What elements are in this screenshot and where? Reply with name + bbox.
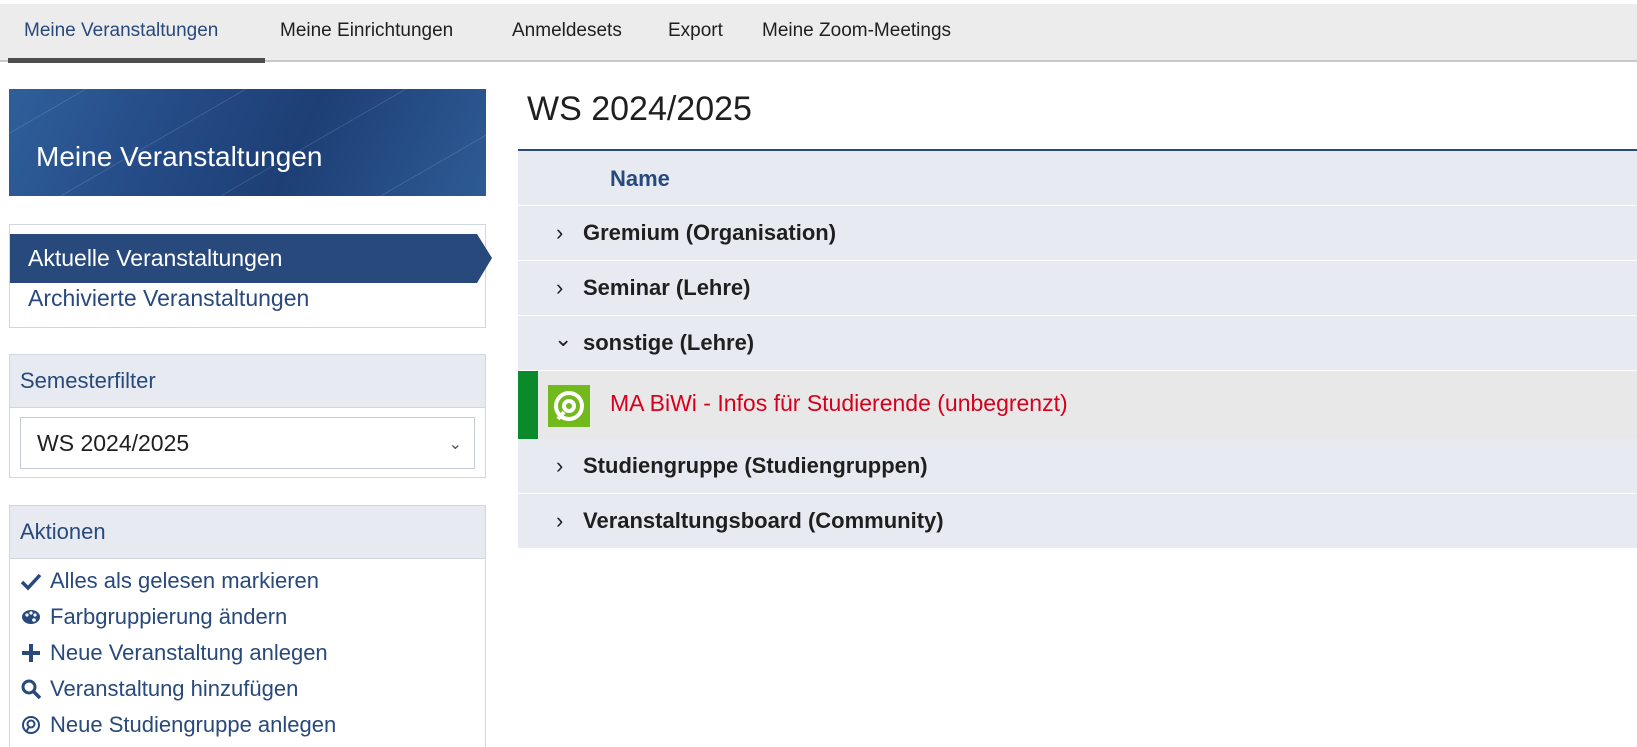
course-title-link[interactable]: MA BiWi - Infos für Studierende (unbegre… — [610, 390, 1068, 417]
sidebar-header: Meine Veranstaltungen — [9, 89, 486, 196]
action-add-course[interactable]: Veranstaltung hinzufügen — [20, 676, 298, 702]
action-mark-all-read[interactable]: Alles als gelesen markieren — [20, 568, 319, 594]
tab-zoom-meetings[interactable]: Meine Zoom-Meetings — [762, 20, 951, 42]
actions-widget: Aktionen Alles als gelesen markieren Far… — [9, 505, 486, 747]
top-navigation: Meine Veranstaltungen Meine Einrichtunge… — [0, 4, 1637, 63]
chevron-right-icon: › — [556, 508, 564, 533]
action-change-color-grouping[interactable]: Farbgruppierung ändern — [20, 604, 287, 630]
action-label: Neue Studiengruppe anlegen — [50, 712, 337, 737]
actions-header: Aktionen — [10, 506, 485, 559]
group-row-veranstaltungsboard[interactable]: › Veranstaltungsboard (Community) — [518, 494, 1637, 549]
check-icon — [20, 573, 42, 591]
search-icon — [21, 679, 42, 700]
studygroup-icon — [22, 716, 40, 734]
course-row[interactable]: MA BiWi - Infos für Studierende (unbegre… — [518, 371, 1637, 439]
chevron-down-icon: ⌄ — [554, 326, 573, 351]
tab-meine-einrichtungen[interactable]: Meine Einrichtungen — [280, 20, 453, 42]
sidebar-navigation: Aktuelle Veranstaltungen Archivierte Ver… — [9, 224, 492, 328]
group-row-gremium[interactable]: › Gremium (Organisation) — [518, 206, 1637, 261]
action-label: Alles als gelesen markieren — [50, 568, 320, 593]
plus-icon — [22, 644, 40, 662]
chevron-right-icon: › — [556, 220, 564, 245]
sidebar-item-aktuelle-veranstaltungen[interactable]: Aktuelle Veranstaltungen — [10, 234, 492, 283]
group-label: Veranstaltungsboard (Community) — [583, 508, 944, 533]
chevron-down-icon: ⌄ — [448, 436, 462, 453]
tab-meine-veranstaltungen[interactable]: Meine Veranstaltungen — [24, 20, 218, 42]
group-row-sonstige[interactable]: ⌄ sonstige (Lehre) — [518, 316, 1637, 371]
semesterfilter-widget: Semesterfilter WS 2024/2025 ⌄ — [9, 354, 486, 478]
active-indicator-arrow — [477, 234, 492, 283]
sidebar-header-title: Meine Veranstaltungen — [36, 141, 323, 172]
group-label: Studiengruppe (Studiengruppen) — [583, 453, 928, 478]
action-label: Neue Veranstaltung anlegen — [50, 640, 328, 665]
action-label: Farbgruppierung ändern — [50, 604, 288, 629]
semesterfilter-title: Semesterfilter — [20, 368, 156, 393]
group-label: Gremium (Organisation) — [583, 220, 837, 245]
semesterfilter-header: Semesterfilter — [10, 355, 485, 408]
action-new-course[interactable]: Neue Veranstaltung anlegen — [20, 640, 328, 666]
tab-anmeldesets[interactable]: Anmeldesets — [512, 20, 622, 42]
semester-select[interactable]: WS 2024/2025 ⌄ — [20, 417, 475, 469]
action-label: Veranstaltung hinzufügen — [50, 676, 299, 701]
course-table: Name › Gremium (Organisation) › Seminar … — [518, 149, 1637, 549]
group-label: Seminar (Lehre) — [583, 275, 751, 300]
action-new-studygroup[interactable]: Neue Studiengruppe anlegen — [20, 712, 336, 738]
group-row-studiengruppe[interactable]: › Studiengruppe (Studiengruppen) — [518, 439, 1637, 494]
chevron-right-icon: › — [556, 275, 564, 300]
color-group-bar — [518, 371, 538, 439]
active-tab-indicator — [8, 58, 265, 63]
table-header: Name — [518, 151, 1637, 206]
studip-course-icon — [554, 391, 584, 421]
course-icon[interactable] — [548, 385, 590, 427]
sidebar-item-archivierte-veranstaltungen[interactable]: Archivierte Veranstaltungen — [28, 285, 309, 312]
palette-icon — [22, 610, 40, 624]
column-header-name[interactable]: Name — [610, 166, 670, 192]
semester-select-value: WS 2024/2025 — [37, 430, 190, 456]
group-label: sonstige (Lehre) — [583, 330, 755, 355]
sidebar-item-label: Aktuelle Veranstaltungen — [28, 245, 283, 271]
group-row-seminar[interactable]: › Seminar (Lehre) — [518, 261, 1637, 316]
page-title: WS 2024/2025 — [527, 90, 752, 128]
chevron-right-icon: › — [556, 453, 564, 478]
tab-export[interactable]: Export — [668, 20, 723, 42]
actions-title: Aktionen — [20, 519, 106, 544]
